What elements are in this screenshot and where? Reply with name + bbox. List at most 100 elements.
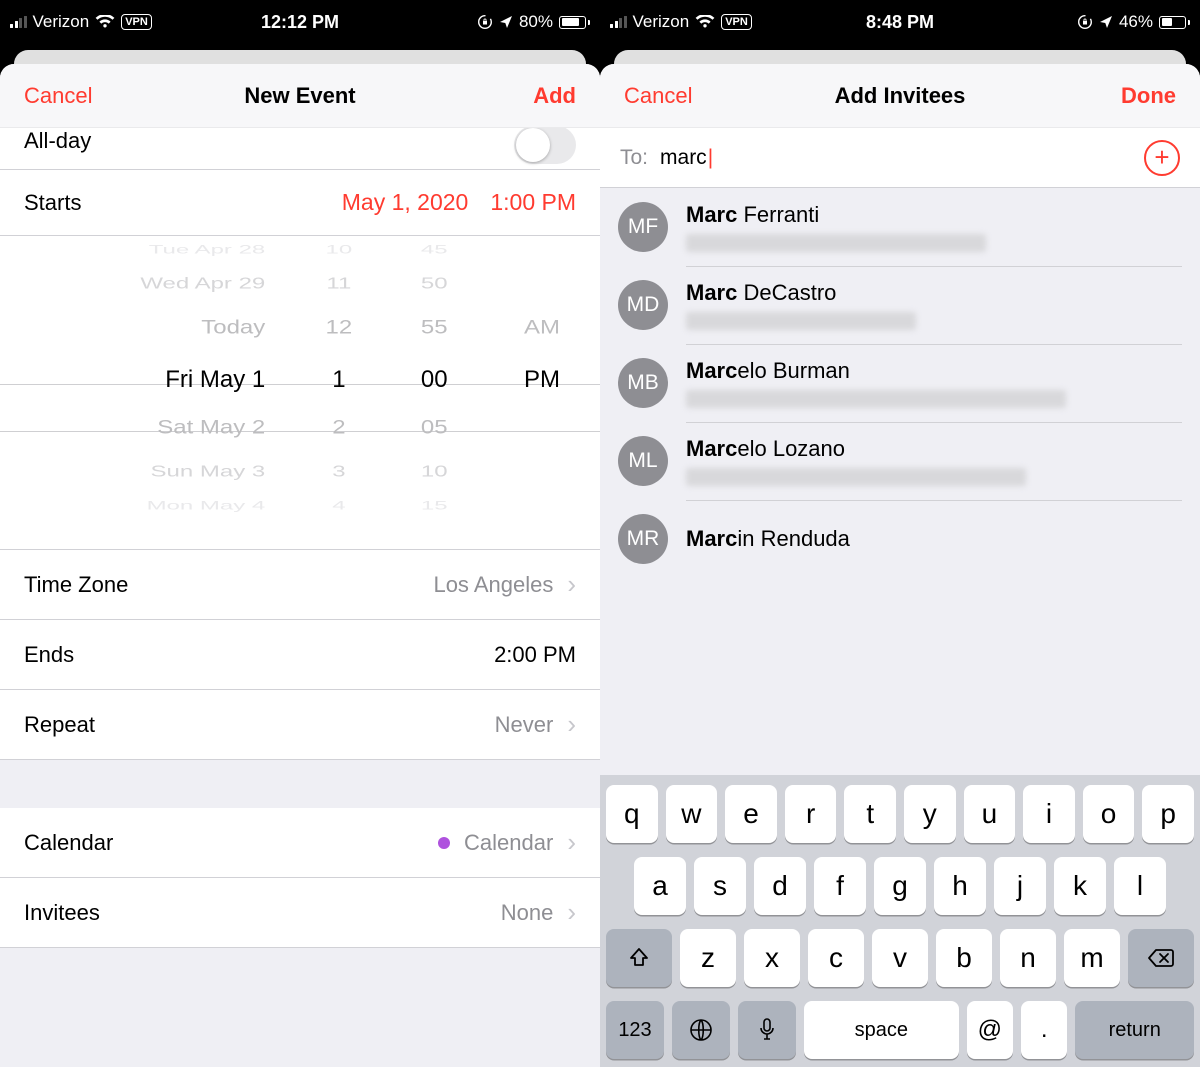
battery-icon	[1159, 16, 1190, 29]
add-button[interactable]: Add	[533, 83, 576, 109]
key-s[interactable]: s	[694, 857, 746, 915]
add-contact-icon[interactable]: +	[1144, 140, 1180, 176]
datetime-picker[interactable]: Tue Apr 28 Wed Apr 29 Today Fri May 1 Sa…	[0, 236, 600, 550]
contact-row[interactable]: ML Marcelo Lozano	[600, 422, 1200, 500]
ends-label: Ends	[24, 642, 74, 668]
key-p[interactable]: p	[1142, 785, 1194, 843]
cancel-button[interactable]: Cancel	[624, 83, 692, 109]
key-x[interactable]: x	[744, 929, 800, 987]
repeat-row[interactable]: Repeat Never›	[0, 690, 600, 760]
key-u[interactable]: u	[964, 785, 1016, 843]
key-r[interactable]: r	[785, 785, 837, 843]
key-dictation[interactable]	[738, 1001, 796, 1059]
to-input[interactable]: marc|	[660, 146, 1132, 170]
contact-suggestions: MF Marc Ferranti MD Marc DeCastro MB	[600, 188, 1200, 775]
key-shift[interactable]	[606, 929, 672, 987]
battery-percent: 80%	[519, 12, 553, 32]
location-icon	[1099, 15, 1113, 29]
to-field-row[interactable]: To: marc| +	[600, 128, 1200, 188]
key-e[interactable]: e	[725, 785, 777, 843]
contact-row[interactable]: MR Marcin Renduda	[600, 500, 1200, 568]
key-backspace[interactable]	[1128, 929, 1194, 987]
wifi-icon	[695, 15, 715, 29]
calendar-color-dot	[438, 837, 450, 849]
calendar-value: Calendar	[464, 830, 553, 856]
modal-title: Add Invitees	[835, 83, 966, 109]
starts-date: May 1, 2020	[342, 189, 469, 216]
key-k[interactable]: k	[1054, 857, 1106, 915]
ends-value: 2:00 PM	[494, 642, 576, 668]
contact-row[interactable]: MB Marcelo Burman	[600, 344, 1200, 422]
key-c[interactable]: c	[808, 929, 864, 987]
status-bar: Verizon VPN 8:48 PM 46%	[600, 0, 1200, 44]
modal-title: New Event	[244, 83, 355, 109]
contact-email-redacted	[686, 312, 916, 330]
key-z[interactable]: z	[680, 929, 736, 987]
key-space[interactable]: space	[804, 1001, 959, 1059]
contact-name: Marcelo Burman	[686, 358, 1066, 384]
contact-row[interactable]: MF Marc Ferranti	[600, 188, 1200, 266]
starts-label: Starts	[24, 190, 81, 216]
key-at[interactable]: @	[967, 1001, 1013, 1059]
repeat-value: Never	[495, 712, 554, 738]
invitees-label: Invitees	[24, 900, 100, 926]
carrier-label: Verizon	[33, 12, 90, 32]
chevron-right-icon: ›	[567, 709, 576, 740]
avatar: ML	[618, 436, 668, 486]
key-return[interactable]: return	[1075, 1001, 1194, 1059]
key-globe[interactable]	[672, 1001, 730, 1059]
section-gap	[0, 760, 600, 808]
starts-row[interactable]: Starts May 1, 2020 1:00 PM	[0, 170, 600, 236]
battery-percent: 46%	[1119, 12, 1153, 32]
avatar: MR	[618, 514, 668, 564]
key-g[interactable]: g	[874, 857, 926, 915]
key-m[interactable]: m	[1064, 929, 1120, 987]
picker-minute-column[interactable]: 45 50 55 00 05 10 15	[384, 236, 483, 549]
signal-icon	[610, 16, 627, 28]
calendar-row[interactable]: Calendar Calendar ›	[0, 808, 600, 878]
all-day-row[interactable]: All-day	[0, 128, 600, 170]
key-a[interactable]: a	[634, 857, 686, 915]
clock: 12:12 PM	[261, 12, 339, 33]
key-y[interactable]: y	[904, 785, 956, 843]
key-f[interactable]: f	[814, 857, 866, 915]
key-b[interactable]: b	[936, 929, 992, 987]
avatar: MB	[618, 358, 668, 408]
calendar-label: Calendar	[24, 830, 113, 856]
keyboard[interactable]: q w e r t y u i o p a s d f g h	[600, 775, 1200, 1067]
vpn-badge: VPN	[721, 14, 752, 30]
modal-header: Cancel New Event Add	[0, 64, 600, 128]
picker-date-column[interactable]: Tue Apr 28 Wed Apr 29 Today Fri May 1 Sa…	[0, 236, 293, 549]
key-o[interactable]: o	[1083, 785, 1135, 843]
time-zone-label: Time Zone	[24, 572, 128, 598]
key-h[interactable]: h	[934, 857, 986, 915]
contact-row[interactable]: MD Marc DeCastro	[600, 266, 1200, 344]
key-v[interactable]: v	[872, 929, 928, 987]
done-button[interactable]: Done	[1121, 83, 1176, 109]
chevron-right-icon: ›	[567, 827, 576, 858]
time-zone-row[interactable]: Time Zone Los Angeles›	[0, 550, 600, 620]
location-icon	[499, 15, 513, 29]
key-i[interactable]: i	[1023, 785, 1075, 843]
key-d[interactable]: d	[754, 857, 806, 915]
key-q[interactable]: q	[606, 785, 658, 843]
key-123[interactable]: 123	[606, 1001, 664, 1059]
ends-row[interactable]: Ends 2:00 PM	[0, 620, 600, 690]
key-dot[interactable]: .	[1021, 1001, 1067, 1059]
key-w[interactable]: w	[666, 785, 718, 843]
cancel-button[interactable]: Cancel	[24, 83, 92, 109]
picker-hour-column[interactable]: 10 11 12 1 2 3 4	[293, 236, 384, 549]
new-event-sheet: Cancel New Event Add All-day Starts May …	[0, 64, 600, 1067]
contact-name: Marcin Renduda	[686, 526, 850, 552]
contact-name: Marcelo Lozano	[686, 436, 1026, 462]
key-t[interactable]: t	[844, 785, 896, 843]
invitees-value: None	[501, 900, 554, 926]
all-day-toggle[interactable]	[514, 128, 576, 164]
picker-ampm-column[interactable]: AM PM	[484, 236, 600, 549]
battery-icon	[559, 16, 590, 29]
invitees-row[interactable]: Invitees None›	[0, 878, 600, 948]
key-n[interactable]: n	[1000, 929, 1056, 987]
key-j[interactable]: j	[994, 857, 1046, 915]
key-l[interactable]: l	[1114, 857, 1166, 915]
chevron-right-icon: ›	[567, 569, 576, 600]
